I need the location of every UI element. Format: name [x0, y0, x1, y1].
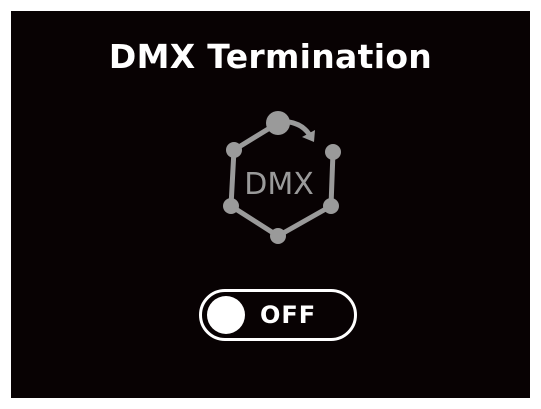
- page-title: DMX Termination: [108, 37, 433, 76]
- termination-toggle[interactable]: OFF: [199, 289, 357, 341]
- dmx-termination-screen: DMX Termination DMX OFF: [11, 11, 530, 398]
- toggle-knob: [207, 296, 245, 334]
- toggle-state-label: OFF: [260, 301, 317, 329]
- dmx-network-icon: DMX: [223, 111, 341, 244]
- dmx-icon-label: DMX: [244, 167, 314, 202]
